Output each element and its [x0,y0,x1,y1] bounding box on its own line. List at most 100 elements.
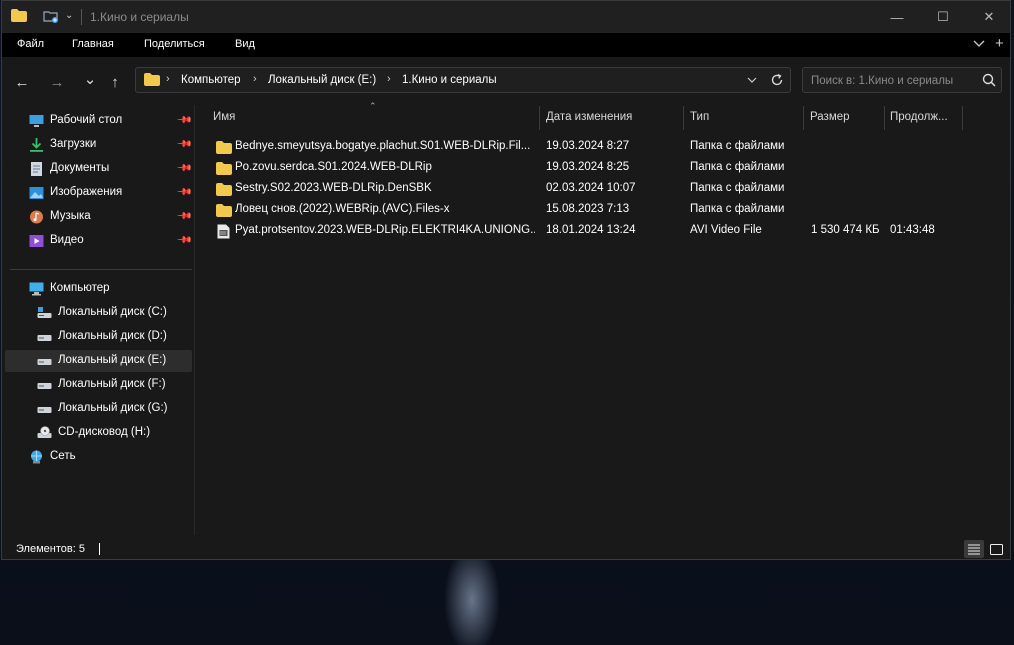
file-duration: 01:43:48 [890,224,935,236]
chevron-down-icon[interactable] [973,40,985,48]
file-size: 1 530 474 КБ [811,224,880,236]
drive-icon [37,335,52,341]
new-folder-icon[interactable] [43,9,59,23]
minimize-icon: — [890,9,904,25]
folder-icon [216,141,232,154]
table-row[interactable]: Sestry.S02.2023.WEB-DLRip.DenSBK 02.03.2… [207,179,1002,200]
sidebar-item-drive-h[interactable]: CD-дисковод (H:) [5,422,192,444]
column-separator[interactable] [803,106,804,130]
network-icon [31,450,42,464]
sidebar-item-videos[interactable]: Видео 📌 [5,230,193,252]
column-separator[interactable] [539,106,540,130]
sidebar-item-label: Музыка [50,210,91,222]
column-header-date[interactable]: Дата изменения [546,111,632,123]
menu-share[interactable]: Поделиться [144,38,205,50]
sidebar-item-downloads[interactable]: Загрузки 📌 [5,134,193,156]
back-button[interactable]: ← [12,72,32,92]
refresh-icon[interactable] [770,73,784,87]
address-bar[interactable]: › Компьютер › Локальный диск (E:) › 1.Ки… [135,67,791,93]
column-header-name[interactable]: Имя [213,111,235,123]
maximize-icon: ☐ [937,9,949,24]
pin-icon: 📌 [175,160,193,177]
search-box[interactable] [802,67,1002,93]
minimize-button[interactable]: — [874,1,920,33]
maximize-button[interactable]: ☐ [920,1,966,33]
table-row[interactable]: Po.zovu.serdca.S01.2024.WEB-DLRip 19.03.… [207,158,1002,179]
sort-ascending-icon: ⌃ [369,101,377,111]
status-divider [99,543,100,555]
file-date: 02.03.2024 10:07 [546,182,636,194]
pin-icon: 📌 [175,208,193,225]
file-name: Sestry.S02.2023.WEB-DLRip.DenSBK [235,182,432,194]
search-input[interactable] [809,72,973,90]
pin-icon: 📌 [175,136,193,153]
breadcrumb-computer[interactable]: Компьютер [181,74,241,86]
window-title: 1.Кино и сериалы [90,10,189,24]
sidebar-item-drive-c[interactable]: Локальный диск (C:) [5,302,192,324]
folder-icon [216,183,232,196]
downloads-icon [30,138,43,152]
sidebar-item-label: Локальный диск (D:) [58,330,167,342]
breadcrumb-separator[interactable]: › [253,73,257,85]
sidebar-item-drive-g[interactable]: Локальный диск (G:) [5,398,192,420]
table-row[interactable]: Bednye.smeyutsya.bogatye.plachut.S01.WEB… [207,137,1002,158]
folder-icon [144,73,160,86]
pin-icon: 📌 [175,184,193,201]
breadcrumb-separator[interactable]: › [166,73,170,85]
search-icon[interactable] [982,73,996,87]
sidebar-item-drive-e[interactable]: Локальный диск (E:) [5,350,192,372]
folder-icon [11,9,27,22]
close-button[interactable]: ✕ [966,1,1012,33]
menu-home[interactable]: Главная [72,38,114,50]
file-date: 18.01.2024 13:24 [546,224,636,236]
sidebar-item-label: Локальный диск (F:) [58,378,166,390]
sidebar-item-documents[interactable]: Документы 📌 [5,158,193,180]
videos-icon [29,235,44,247]
table-row[interactable]: Ловец снов.(2022).WEBRip.(AVC).Files-x 1… [207,200,1002,221]
pane-divider[interactable] [194,105,195,535]
pin-icon: 📌 [175,232,193,249]
up-button[interactable]: ↑ [105,72,125,92]
sidebar-item-label: Локальный диск (E:) [58,354,167,366]
sidebar-item-computer[interactable]: Компьютер [5,278,192,300]
large-icons-view-button[interactable] [986,540,1006,558]
breadcrumb-current-folder[interactable]: 1.Кино и сериалы [402,74,497,86]
menu-file[interactable]: Файл [17,38,44,50]
arrow-up-icon: ↑ [111,73,119,91]
sidebar-item-desktop[interactable]: Рабочий стол 📌 [5,110,193,132]
sidebar-item-drive-d[interactable]: Локальный диск (D:) [5,326,192,348]
drive-icon [37,359,52,365]
quick-access-toolbar-chevron-icon[interactable]: ⌄ [65,10,73,21]
file-date: 19.03.2024 8:25 [546,161,630,173]
sidebar-item-label: CD-дисковод (H:) [58,426,151,438]
folder-icon [216,204,232,217]
add-tab-icon[interactable]: + [995,35,1004,52]
details-view-button[interactable] [964,540,984,558]
forward-button[interactable]: → [47,72,67,92]
column-header-size[interactable]: Размер [810,111,850,123]
file-name: Po.zovu.serdca.S01.2024.WEB-DLRip [235,161,432,173]
sidebar-item-network[interactable]: Сеть [5,446,192,468]
desktop-icon [29,115,44,127]
menu-view[interactable]: Вид [235,38,255,50]
address-history-chevron-icon[interactable] [747,77,757,84]
computer-icon [29,282,44,296]
breadcrumb-drive-e[interactable]: Локальный диск (E:) [268,74,376,86]
sidebar-item-music[interactable]: Музыка 📌 [5,206,193,228]
column-header-duration[interactable]: Продолж... [890,111,948,123]
sidebar-divider [10,269,192,270]
column-header-type[interactable]: Тип [690,111,709,123]
sidebar-item-label: Компьютер [50,282,110,294]
column-separator[interactable] [683,106,684,130]
drive-icon [37,383,52,389]
table-row[interactable]: Pyat.protsentov.2023.WEB-DLRip.ELEKTRI4K… [207,221,1002,242]
sidebar-item-drive-f[interactable]: Локальный диск (F:) [5,374,192,396]
status-bar: Элементов: 5 [2,535,1010,561]
breadcrumb-separator[interactable]: › [387,73,391,85]
sidebar-item-pictures[interactable]: Изображения 📌 [5,182,193,204]
arrow-right-icon: → [49,73,65,91]
column-separator[interactable] [884,106,885,130]
column-separator[interactable] [962,106,963,130]
item-count: Элементов: 5 [16,543,85,555]
recent-locations-button[interactable]: ⌄ [80,69,100,89]
